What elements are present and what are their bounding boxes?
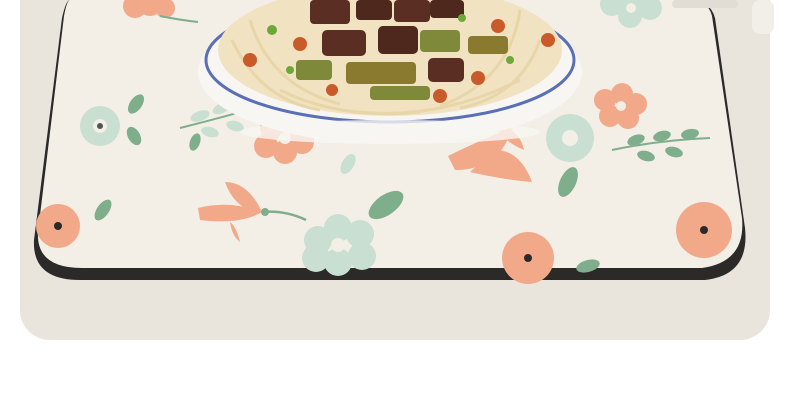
peach-flower-icon xyxy=(123,0,175,18)
noodle-bowl xyxy=(198,0,582,144)
peach-flower-icon xyxy=(676,202,732,258)
peach-flower-icon xyxy=(36,204,80,248)
product-photo xyxy=(0,0,790,400)
mint-flower-icon xyxy=(80,106,120,146)
peach-flower-icon xyxy=(502,232,554,284)
mint-flower-icon xyxy=(546,114,594,162)
